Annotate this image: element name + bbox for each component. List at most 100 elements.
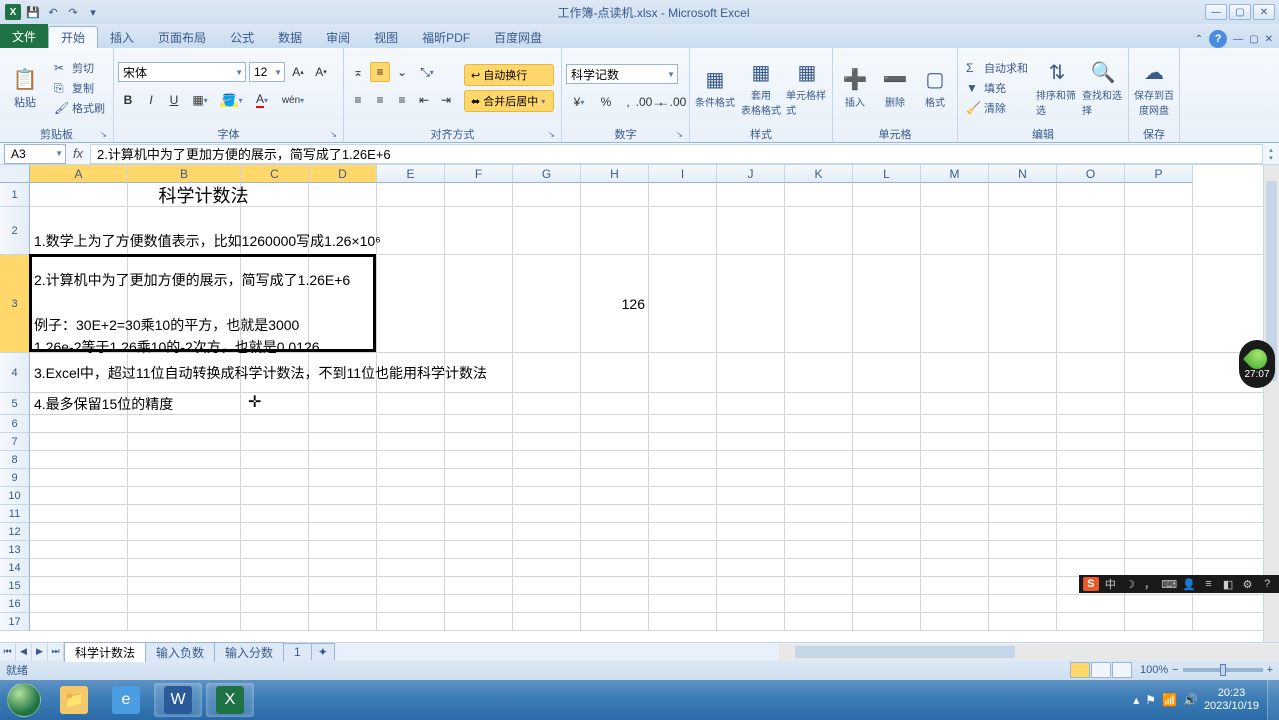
format-as-table-button[interactable]: ▦套用 表格格式 [740,55,782,121]
cell[interactable] [30,183,128,207]
cell[interactable] [513,207,581,255]
cell[interactable] [377,183,445,207]
tab-data[interactable]: 数据 [266,26,314,48]
tab-view[interactable]: 视图 [362,26,410,48]
column-header[interactable]: F [445,165,513,183]
align-left-button[interactable]: ≡ [348,90,368,110]
cell[interactable] [853,415,921,433]
taskbar-excel[interactable]: X [206,683,254,717]
cell[interactable] [785,451,853,469]
cell[interactable] [1057,595,1125,613]
cell[interactable] [717,393,785,415]
cell[interactable] [128,541,241,559]
cell[interactable] [377,541,445,559]
column-header[interactable]: D [309,165,377,183]
sheet-first-button[interactable]: ⏮ [0,644,16,660]
recording-badge[interactable]: 27:07 [1239,340,1275,388]
cell[interactable] [513,353,581,393]
font-size-select[interactable]: 12▼ [249,62,285,82]
cell[interactable] [1125,183,1193,207]
column-header[interactable]: M [921,165,989,183]
cell[interactable] [309,415,377,433]
cell[interactable] [30,595,128,613]
cell[interactable] [717,505,785,523]
cell[interactable] [853,451,921,469]
cell[interactable] [513,451,581,469]
cell[interactable] [377,433,445,451]
start-button[interactable] [0,680,48,720]
ime-keyboard-icon[interactable]: ⌨ [1161,577,1177,591]
normal-view-button[interactable] [1070,662,1090,678]
cell[interactable] [241,487,309,505]
cell[interactable] [1057,469,1125,487]
row-header[interactable]: 14 [0,559,30,577]
cell[interactable] [128,451,241,469]
cell[interactable] [1057,183,1125,207]
fx-icon[interactable]: fx [66,146,90,161]
cell[interactable] [717,433,785,451]
taskbar-word[interactable]: W [154,683,202,717]
cell[interactable] [241,255,309,353]
column-header[interactable]: H [581,165,649,183]
qat-dropdown-icon[interactable]: ▾ [84,3,102,21]
cell[interactable] [989,595,1057,613]
find-select-button[interactable]: 🔍查找和选择 [1082,55,1124,121]
cell[interactable] [989,393,1057,415]
cell[interactable] [649,613,717,631]
delete-cells-button[interactable]: ➖删除 [877,55,913,121]
cell[interactable] [309,183,377,207]
cell[interactable] [581,451,649,469]
cell[interactable] [377,255,445,353]
shrink-font-button[interactable]: A▾ [311,62,331,82]
cell[interactable] [513,415,581,433]
cell[interactable] [1125,541,1193,559]
cell[interactable] [853,183,921,207]
cell[interactable] [921,505,989,523]
cell[interactable] [921,469,989,487]
sheet-last-button[interactable]: ⏭ [48,644,64,660]
undo-icon[interactable]: ↶ [44,3,62,21]
cell[interactable] [989,255,1057,353]
currency-button[interactable]: ¥▾ [566,92,594,112]
cell[interactable] [717,469,785,487]
cell[interactable] [309,541,377,559]
cell[interactable] [241,541,309,559]
cell[interactable] [377,393,445,415]
expand-formula-bar-icon[interactable]: ▴▾ [1263,146,1279,162]
cell[interactable] [1057,505,1125,523]
cell[interactable] [717,415,785,433]
cell[interactable] [649,255,717,353]
align-launcher-icon[interactable]: ↘ [548,130,555,139]
cell[interactable] [241,393,309,415]
maximize-button[interactable]: ▢ [1229,4,1251,20]
row-header[interactable]: 11 [0,505,30,523]
horizontal-scrollbar[interactable] [779,644,1279,660]
row-header[interactable]: 1 [0,183,30,207]
cell[interactable] [853,393,921,415]
row-header[interactable]: 6 [0,415,30,433]
tab-pagelayout[interactable]: 页面布局 [146,26,218,48]
cell[interactable] [853,353,921,393]
cell[interactable] [649,451,717,469]
cell[interactable] [377,595,445,613]
decrease-decimal-button[interactable]: ←.00 [662,92,682,112]
cell[interactable] [649,595,717,613]
cell[interactable] [989,487,1057,505]
minimize-ribbon-icon[interactable]: ⌃ [1195,34,1203,45]
cell[interactable] [377,559,445,577]
cell[interactable] [1125,523,1193,541]
row-header[interactable]: 10 [0,487,30,505]
cell[interactable] [717,523,785,541]
doc-restore-icon[interactable]: ▢ [1249,34,1258,45]
cell[interactable] [921,613,989,631]
ime-skin-icon[interactable]: ◧ [1220,577,1236,591]
cell[interactable] [377,207,445,255]
row-header[interactable]: 16 [0,595,30,613]
cell[interactable] [853,487,921,505]
column-header[interactable]: G [513,165,581,183]
cell[interactable] [785,353,853,393]
cell[interactable] [581,207,649,255]
cell[interactable] [513,595,581,613]
cell[interactable] [30,353,128,393]
cell[interactable] [30,393,128,415]
